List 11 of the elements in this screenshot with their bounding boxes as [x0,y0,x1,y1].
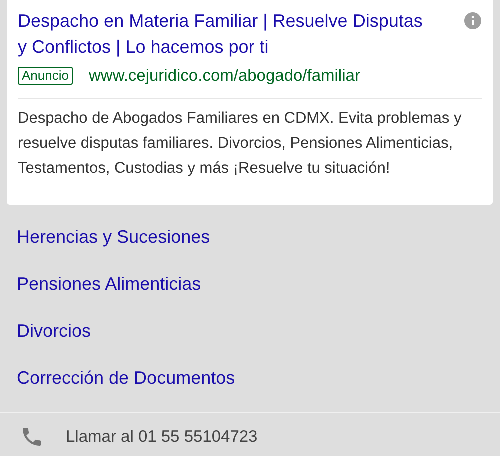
info-icon[interactable] [464,12,482,30]
ad-title-link[interactable]: Despacho en Materia Familiar | Resuelve Disputas y Conflictos | Lo hacemos por ti [18,8,428,60]
sitelink[interactable]: Herencias y Sucesiones [17,224,210,251]
ad-description: Despacho de Abogados Familiares en CDMX. Evita problemas y resuelve disputas familiares. Divorcios, Pensiones Alimenticias, Testamentos, Custodias y más ¡Resuelve tu situación! [18,108,463,179]
ad-badge: Anuncio [18,67,73,86]
sitelink[interactable]: Pensiones Alimenticias [17,271,202,298]
call-bar[interactable]: Llamar al 01 55 55104723 [0,412,500,456]
sitelink[interactable]: Corrección de Documentos [17,365,236,392]
sitelink[interactable]: Divorcios [17,318,92,345]
display-url-link[interactable]: www.cejuridico.com/abogado/familiar [88,64,360,89]
call-label: Llamar al 01 55 55104723 [66,427,258,448]
